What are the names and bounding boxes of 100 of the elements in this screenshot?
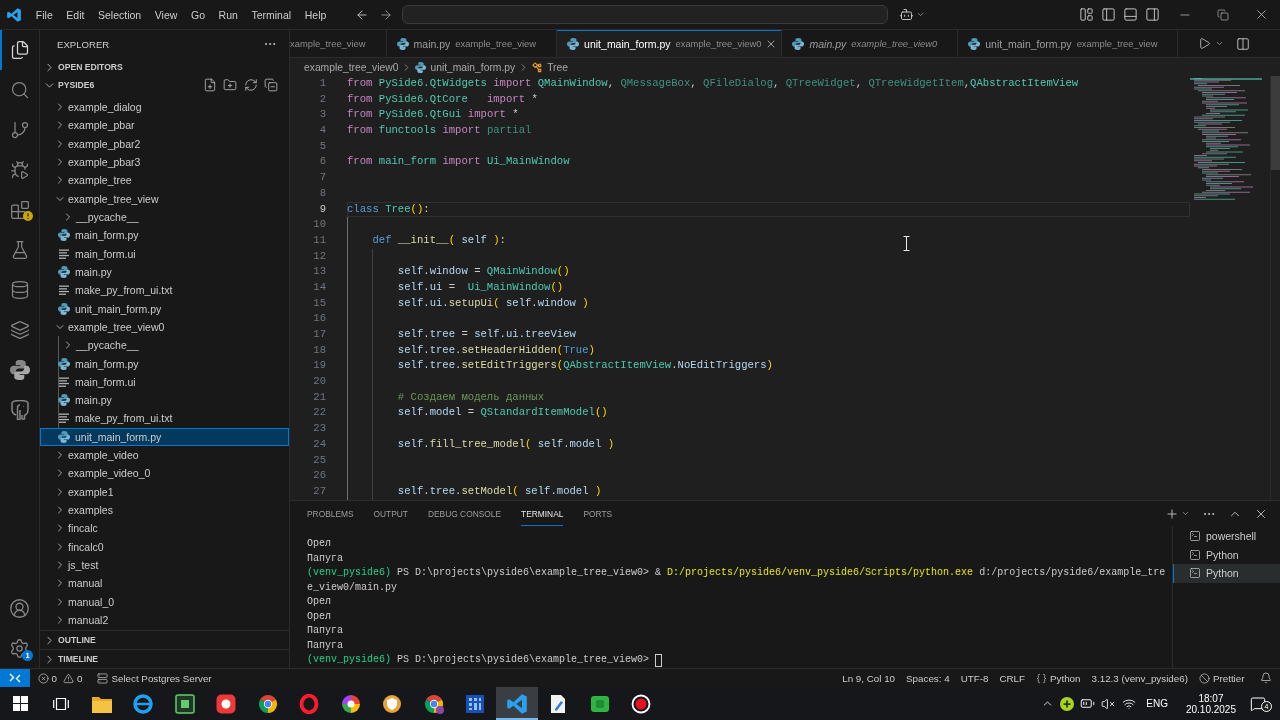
new-file-icon[interactable] (202, 78, 217, 92)
menu-item[interactable]: Run (211, 3, 245, 26)
folder-item[interactable]: __pycache__ (40, 336, 289, 355)
folder-item[interactable]: fincalc0 (40, 537, 289, 556)
restore-icon[interactable] (1217, 8, 1229, 21)
editor-tab[interactable]: xample_tree_view (290, 30, 387, 57)
folder-item[interactable]: example_pbar3 (40, 152, 289, 172)
panel-tab[interactable]: OUTPUT (373, 501, 408, 526)
plus-circle-icon[interactable] (1060, 696, 1075, 711)
explorer-entry[interactable]: make_py_from_ui.txt (40, 409, 289, 428)
minimap[interactable] (1190, 78, 1262, 201)
windows-logo-icon[interactable] (12, 696, 28, 711)
panel-tab[interactable]: PORTS (583, 501, 613, 526)
menu-item[interactable]: Selection (91, 3, 148, 26)
split-editor-icon[interactable] (1236, 36, 1250, 51)
status-item[interactable]: Ln 9, Col 10 (836, 669, 901, 687)
breadcrumb-item[interactable]: Tree (532, 61, 568, 73)
folder-item[interactable]: fincalc (40, 519, 289, 538)
problems-button[interactable]: 0 0 (32, 669, 88, 687)
menu-item[interactable]: Help (297, 3, 334, 26)
scrollbar-thumb[interactable] (1271, 76, 1280, 170)
battery-icon[interactable] (1080, 696, 1096, 711)
folder-item[interactable]: example_pbar2 (40, 134, 289, 153)
layout-icon[interactable] (1079, 7, 1094, 22)
chevron-down-icon[interactable] (1215, 39, 1224, 48)
folder-item[interactable]: example_pbar (40, 116, 289, 135)
folder-item[interactable]: __pycache__ (40, 207, 289, 227)
lines-file-icon (59, 285, 69, 296)
terminal-list-item[interactable]: Python (1173, 545, 1280, 564)
remote-button[interactable] (0, 669, 30, 687)
clock-date[interactable]: 20.10.2025 (1185, 703, 1236, 715)
status-item[interactable]: Prettier (1193, 669, 1250, 687)
line-number: 11 (312, 232, 326, 248)
section-header[interactable]: OPEN EDITORS (40, 58, 289, 76)
keyboard-language[interactable]: ENG (1146, 698, 1168, 709)
bell-icon[interactable] (1260, 672, 1272, 684)
status-item[interactable]: Select Postgres Server (91, 669, 218, 687)
wifi-icon[interactable] (1122, 696, 1137, 711)
explorer-entry[interactable]: main_form.ui (40, 372, 289, 391)
status-item[interactable]: CRLF (993, 669, 1031, 687)
chevron-down-icon[interactable] (1181, 509, 1190, 518)
breadcrumb-item[interactable]: example_tree_view0 (304, 61, 399, 73)
menu-item[interactable]: File (29, 3, 60, 26)
status-item[interactable]: UTF-8 (955, 669, 994, 687)
command-center-field[interactable] (402, 5, 889, 24)
terminal-list-item[interactable]: powershell (1173, 527, 1280, 546)
explorer-entry[interactable]: unit_main_form.py (40, 299, 289, 318)
editor-tab[interactable]: unit_main_form.py example_tree_view0 (557, 30, 783, 57)
folder-item[interactable]: example_tree_view (40, 189, 289, 208)
menu-item[interactable]: View (148, 3, 185, 26)
explorer-entry[interactable]: unit_main_form.py (40, 427, 289, 446)
section-header[interactable]: OUTLINE (40, 630, 289, 649)
section-header[interactable]: PYSIDE6 (40, 76, 289, 94)
play-icon[interactable] (1198, 37, 1211, 50)
status-item[interactable]: Python (1030, 669, 1086, 687)
folder-item[interactable]: manual2 (40, 610, 289, 630)
explorer-entry[interactable]: main.py (40, 391, 289, 410)
explorer-entry[interactable]: main_form.py (40, 226, 289, 245)
ring-icon (299, 693, 320, 714)
panel-tab[interactable]: DEBUG CONSOLE (428, 501, 502, 526)
panel-left-icon[interactable] (1101, 7, 1116, 22)
code-line: from PySide6.QtWidgets import QMainWindow, QMessageBox, QFileDialog, QTreeWidget, QTreeWidgetItem,QAbstractItemView (347, 76, 1079, 91)
folder-item[interactable]: example1 (40, 482, 289, 501)
explorer-entry[interactable]: main_form.py (40, 354, 289, 373)
task-view-icon[interactable] (52, 695, 69, 712)
status-item[interactable]: Spaces: 4 (900, 669, 956, 687)
menu-item[interactable]: Terminal (244, 3, 298, 26)
clock-time[interactable]: 18:07 (1198, 692, 1224, 704)
folder-item[interactable]: example_tree (40, 171, 289, 190)
line-number: 13 (312, 264, 326, 280)
new-folder-icon[interactable] (223, 78, 237, 92)
explorer-entry[interactable]: make_py_from_ui.txt (40, 281, 289, 300)
explorer-entry[interactable]: main_form.ui (40, 244, 289, 263)
menu-item[interactable]: Edit (59, 3, 92, 26)
forward-arrow-icon[interactable] (379, 7, 394, 22)
folder-item[interactable]: example_video_0 (40, 464, 289, 483)
folder-item[interactable]: js_test (40, 555, 289, 575)
panel-tab[interactable]: PROBLEMS (307, 501, 354, 526)
explorer-entry[interactable]: main.py (40, 262, 289, 282)
status-item[interactable]: 3.12.3 (venv_pyside6) (1086, 669, 1194, 687)
terminal-list-item[interactable]: Python (1173, 564, 1280, 583)
folder-item[interactable]: example_dialog (40, 98, 289, 117)
panel-tab[interactable]: TERMINAL (521, 501, 564, 526)
menu-item[interactable]: Go (184, 3, 212, 26)
circle-logo-icon (257, 693, 278, 714)
folder-item[interactable]: examples (40, 500, 289, 520)
plus-icon[interactable] (1165, 506, 1179, 521)
folder-item[interactable]: manual (40, 574, 289, 593)
collapse-all-icon[interactable] (264, 78, 278, 92)
back-arrow-icon[interactable] (355, 7, 370, 22)
chevron-down-icon[interactable] (916, 10, 926, 19)
panel-right-icon[interactable] (1145, 7, 1160, 22)
robot-icon[interactable] (899, 7, 915, 22)
folder-item[interactable]: example_video (40, 445, 289, 465)
folder-item[interactable]: manual_0 (40, 592, 289, 611)
muted-speaker-icon[interactable] (1101, 696, 1116, 711)
breadcrumb-item[interactable]: unit_main_form.py (415, 61, 516, 73)
refresh-icon[interactable] (243, 78, 258, 92)
panel-bottom-icon[interactable] (1123, 7, 1138, 22)
folder-item[interactable]: example_tree_view0 (40, 317, 289, 337)
